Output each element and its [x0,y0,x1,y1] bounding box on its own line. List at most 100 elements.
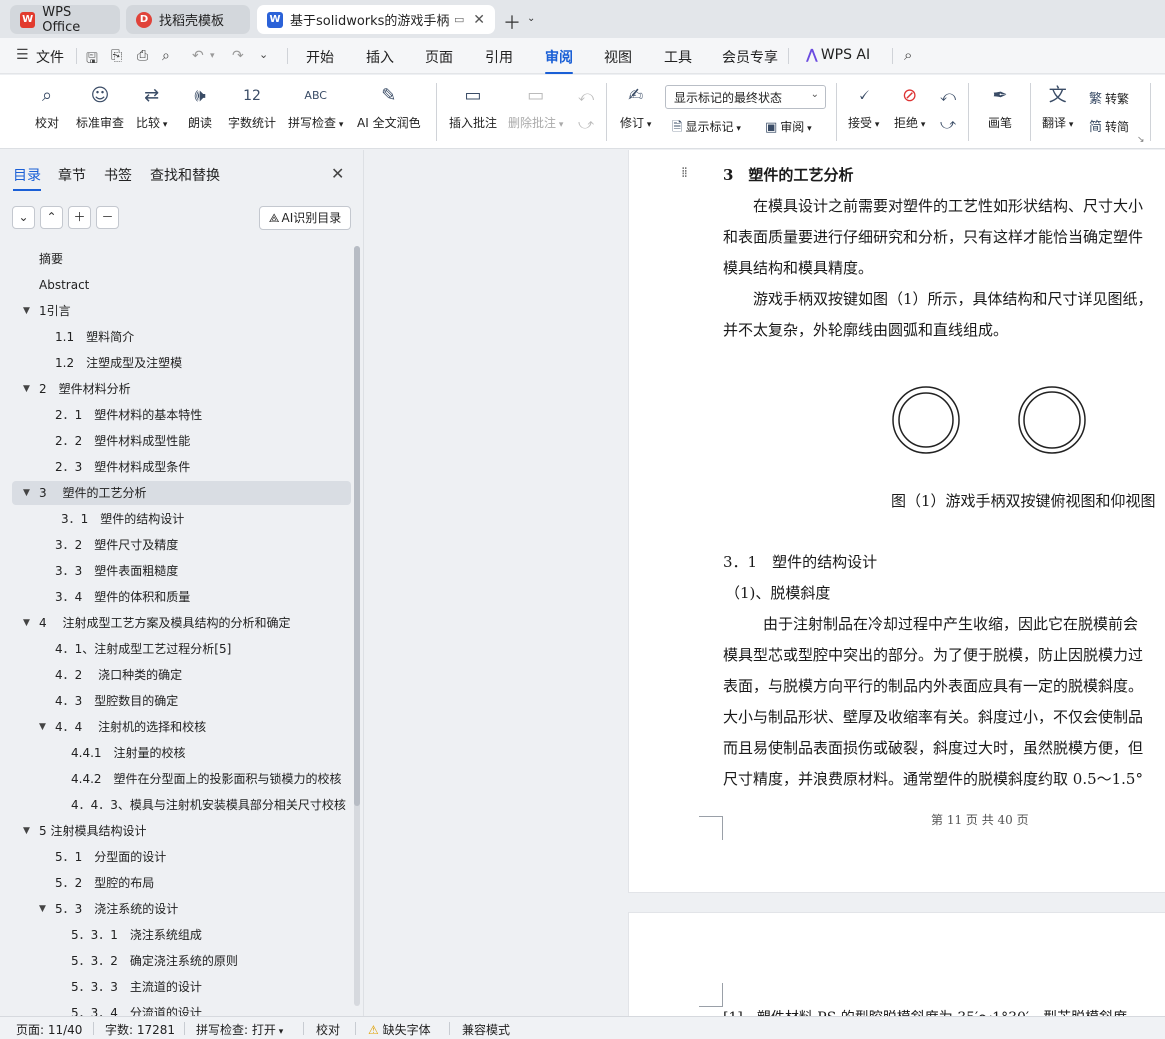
expand-arrow-icon[interactable]: ▼ [39,897,46,921]
toc-item[interactable]: 4．2 浇口种类的确定 [12,663,351,687]
pen-button[interactable]: ✒ 画笔 [987,83,1013,131]
scrollbar-thumb[interactable] [354,246,360,806]
toc-item[interactable]: 3．4 塑件的体积和质量 [12,585,351,609]
remove-heading-button[interactable]: － [96,206,119,229]
add-heading-button[interactable]: ＋ [68,206,91,229]
collapse-down-button[interactable]: ⌄ [12,206,35,229]
chevron-down-icon[interactable]: ⌄ [527,13,535,24]
toc-item[interactable]: ▼ 3 塑件的工艺分析 [12,481,351,505]
toc-item[interactable]: 5．3．1 浇注系统组成 [12,923,351,947]
toc-item[interactable]: 3．1 塑件的结构设计 [12,507,351,531]
collapse-up-button[interactable]: ⌃ [40,206,63,229]
toc-item[interactable]: ▼ 5．3 浇注系统的设计 [12,897,351,921]
toc-item[interactable]: 2．1 塑件材料的基本特性 [12,403,351,427]
toc-item[interactable]: 1.1 塑料简介 [12,325,351,349]
expand-arrow-icon[interactable]: ▼ [23,611,30,635]
hamburger-icon[interactable]: ☰ [16,47,29,63]
spell-check-status[interactable]: 拼写检查: 打开 ▾ [196,1021,283,1038]
toc-item[interactable]: 4．1、注射成型工艺过程分析[5] [12,637,351,661]
toc-item[interactable]: 4．4．3、模具与注射机安装模具部分相关尺寸校核 [12,793,351,817]
ai-toc-button[interactable]: ⟁ AI识别目录 [259,206,351,230]
review-pane-button[interactable]: ▣ 审阅 ▾ [765,118,812,135]
proof-status[interactable]: 校对 [316,1021,340,1038]
menu-review[interactable]: 审阅 [545,47,573,74]
toc-item[interactable]: 1.2 注塑成型及注塑模 [12,351,351,375]
toc-scrollbar[interactable] [354,246,360,1006]
toc-item[interactable]: 4．3 型腔数目的确定 [12,689,351,713]
toc-item[interactable]: ▼ 1引言 [12,299,351,323]
undo-icon[interactable]: ↶ [192,48,204,64]
tab-docer[interactable]: D 找稻壳模板 [126,5,250,34]
read-aloud-button[interactable]: 🕪 朗读 [187,83,213,131]
expand-arrow-icon[interactable]: ▼ [23,377,30,401]
expand-arrow-icon[interactable]: ▼ [23,299,30,323]
menu-member[interactable]: 会员专享 [722,47,778,67]
tab-bookmark[interactable]: 书签 [104,165,132,185]
new-tab-icon[interactable]: ＋ [503,9,521,35]
delete-comment-button[interactable]: ▭ 删除批注 ▾ [508,83,563,131]
standard-review-button[interactable]: ☺ 标准审查 [76,83,124,131]
search-icon[interactable]: ⌕ [904,46,912,64]
reject-button[interactable]: ⊘ 拒绝 ▾ [894,83,925,131]
drag-handle-icon[interactable]: ⁞⁞ [681,166,688,180]
next-comment-icon[interactable]: ⤻ [578,115,594,133]
menu-home[interactable]: 开始 [306,47,334,67]
tab-chapter[interactable]: 章节 [58,165,86,185]
toc-item[interactable]: ▼ 4．4 注射机的选择和校核 [12,715,351,739]
menu-file[interactable]: 文件 [36,47,64,67]
menu-tools[interactable]: 工具 [664,47,692,67]
expand-corner-icon[interactable]: ↘ [1137,135,1145,145]
to-traditional-button[interactable]: 繁转繁 [1089,88,1129,107]
menu-page[interactable]: 页面 [425,47,453,67]
toc-item[interactable]: Abstract [12,273,351,297]
toc-item[interactable]: 4.4.1 注射量的校核 [12,741,351,765]
tab-document[interactable]: W 基于solidworks的游戏手柄双 ▭ ✕ [257,5,495,34]
toc-item[interactable]: 4.4.2 塑件在分型面上的投影面积与锁模力的校核 [12,767,351,791]
word-count[interactable]: 字数: 17281 [105,1021,175,1038]
compare-button[interactable]: ⇄ 比较 ▾ [136,83,167,131]
accept-button[interactable]: 🗸 接受 ▾ [848,83,879,131]
expand-arrow-icon[interactable]: ▼ [23,481,30,505]
toc-item[interactable]: 3．2 塑件尺寸及精度 [12,533,351,557]
to-simplified-button[interactable]: 简转简 [1089,116,1129,135]
show-markup-button[interactable]: 🗎 显示标记 ▾ [672,118,741,140]
previous-change-icon[interactable]: ⤺ [940,87,956,105]
toc-item[interactable]: 3．3 塑件表面粗糙度 [12,559,351,583]
ai-polish-button[interactable]: ✎ AI 全文润色 [357,83,421,131]
next-change-icon[interactable]: ⤻ [940,115,956,133]
print-preview-icon[interactable]: ⌕ [162,48,170,64]
close-icon[interactable]: ✕ [331,164,344,183]
print-icon[interactable]: ⎙ [137,48,148,64]
page-indicator[interactable]: 页面: 11/40 [16,1021,82,1038]
save-icon[interactable]: 🖫 [86,48,98,72]
menu-reference[interactable]: 引用 [485,47,513,67]
toc-item[interactable]: 5．3．3 主流道的设计 [12,975,351,999]
toc-item[interactable]: 5．3．4 分流道的设计 [12,1001,351,1016]
toc-item[interactable]: 5．2 型腔的布局 [12,871,351,895]
toc-item[interactable]: ▼ 2 塑件材料分析 [12,377,351,401]
toc-item[interactable]: ▼ 4 注射成型工艺方案及模具结构的分析和确定 [12,611,351,635]
markup-state-select[interactable]: 显示标记的最终状态 ⌄ [665,85,826,109]
revise-button[interactable]: ✍ 修订 ▾ [620,83,651,131]
tab-wps-office[interactable]: W WPS Office [10,5,120,35]
close-tab-icon[interactable]: ✕ [473,12,485,28]
undo-dropdown-icon[interactable]: ▾ [210,51,215,61]
previous-comment-icon[interactable]: ⤺ [578,87,594,105]
menu-wps-ai[interactable]: ⋀ WPS AI [806,47,870,63]
more-dropdown-icon[interactable]: ⌄ [259,48,268,61]
expand-arrow-icon[interactable]: ▼ [39,715,46,739]
word-count-button[interactable]: 12 字数统计 [228,83,276,131]
expand-arrow-icon[interactable]: ▼ [23,819,30,843]
tab-toc[interactable]: 目录 [13,165,41,191]
redo-icon[interactable]: ↷ [232,48,244,64]
toc-item[interactable]: ▼ 5 注射模具结构设计 [12,819,351,843]
proofread-button[interactable]: ⌕ 校对 [34,83,60,131]
toc-item[interactable]: 5．1 分型面的设计 [12,845,351,869]
toc-item[interactable]: 2．3 塑件材料成型条件 [12,455,351,479]
missing-font-status[interactable]: ⚠ 缺失字体 [368,1021,431,1038]
menu-insert[interactable]: 插入 [366,47,394,67]
toc-item[interactable]: 摘要 [12,247,351,271]
translate-button[interactable]: 文 翻译 ▾ [1042,83,1073,131]
toc-item[interactable]: 5．3．2 确定浇注系统的原则 [12,949,351,973]
tab-find-replace[interactable]: 查找和替换 [150,165,220,185]
